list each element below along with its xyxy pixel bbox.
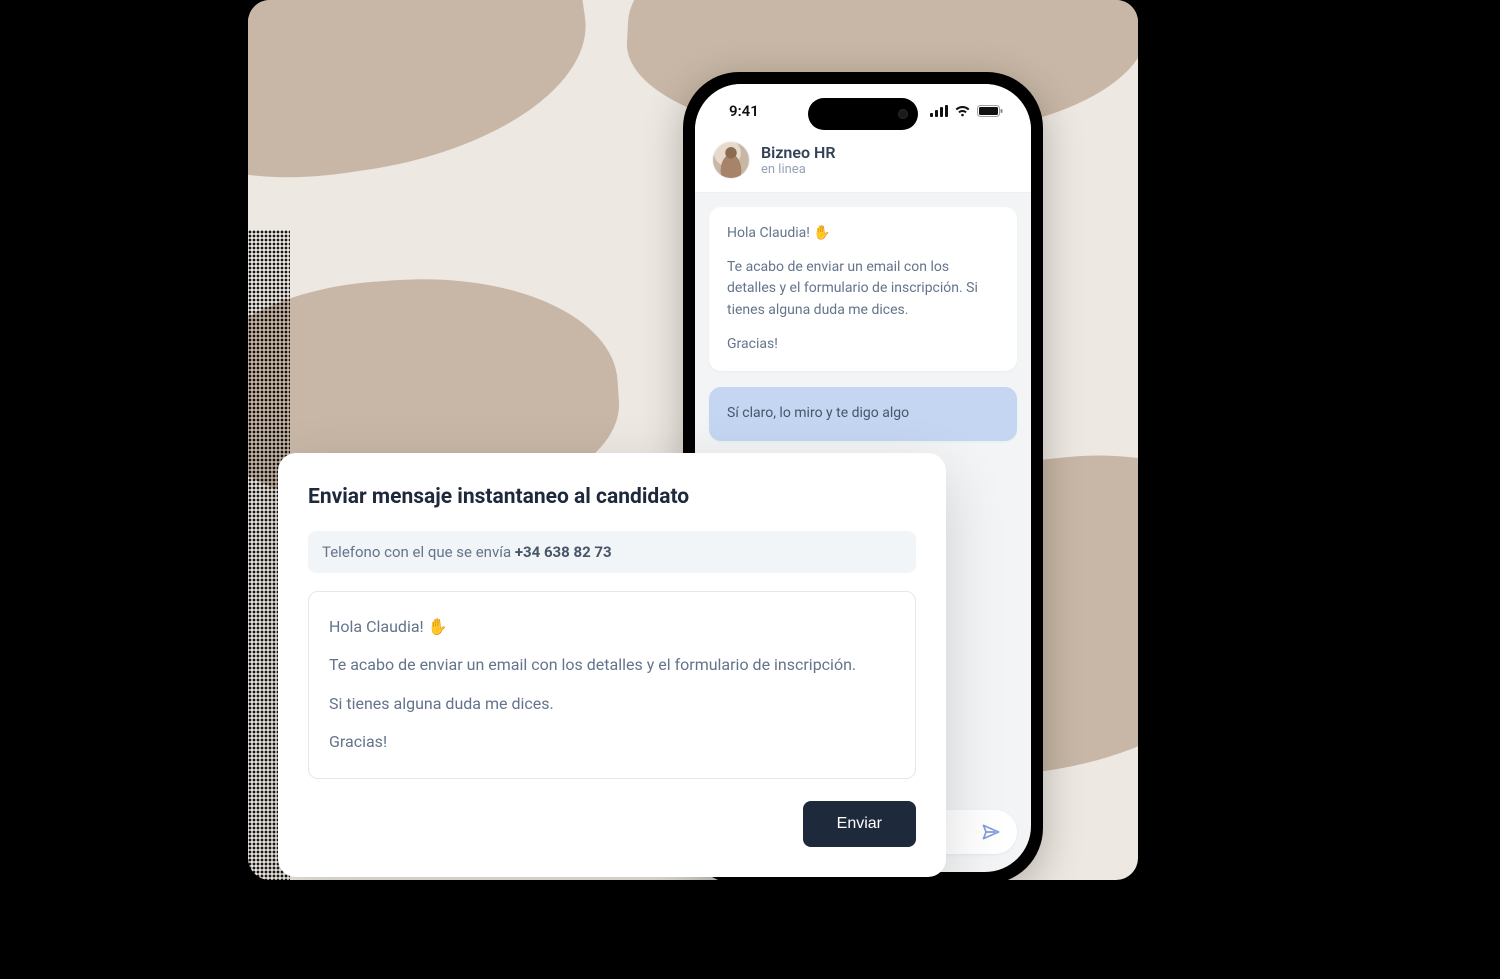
bubble-line: Te acabo de enviar un email con los deta… [727,257,999,322]
decorative-halftone [160,230,290,890]
modal-actions: Enviar [308,801,916,847]
message-line: Hola Claudia! ✋ [329,612,895,642]
send-button[interactable]: Enviar [803,801,916,847]
message-line: Gracias! [329,727,895,757]
chat-bubble-incoming: Hola Claudia! ✋ Te acabo de enviar un em… [709,207,1017,371]
avatar [713,142,749,178]
dynamic-island [808,98,918,130]
message-line: Si tienes alguna duda me dices. [329,689,895,719]
chat-title: Bizneo HR [761,143,835,162]
chat-header: Bizneo HR en linea [695,138,1031,193]
bubble-line: Gracias! [727,334,999,356]
message-textarea[interactable]: Hola Claudia! ✋ Te acabo de enviar un em… [308,591,916,779]
chat-bubble-reply: Sí claro, lo miro y te digo algo [709,387,1017,441]
message-line: Te acabo de enviar un email con los deta… [329,650,895,680]
bubble-line: Sí claro, lo miro y te digo algo [727,405,909,421]
status-time: 9:41 [729,102,759,120]
chat-status: en linea [761,162,835,177]
chat-body: Hola Claudia! ✋ Te acabo de enviar un em… [695,193,1031,441]
phone-field[interactable]: Telefono con el que se envía +34 638 82 … [308,531,916,573]
battery-icon [977,105,1003,117]
wifi-icon [954,105,971,117]
decorative-brush [248,0,602,201]
send-icon[interactable] [981,822,1001,842]
bubble-line: Hola Claudia! ✋ [727,223,999,245]
cellular-icon [930,105,948,117]
send-message-modal: Enviar mensaje instantaneo al candidato … [278,453,946,877]
phone-field-number: +34 638 82 73 [515,543,612,561]
phone-field-label: Telefono con el que se envía [322,543,515,561]
modal-title: Enviar mensaje instantaneo al candidato [308,485,916,509]
